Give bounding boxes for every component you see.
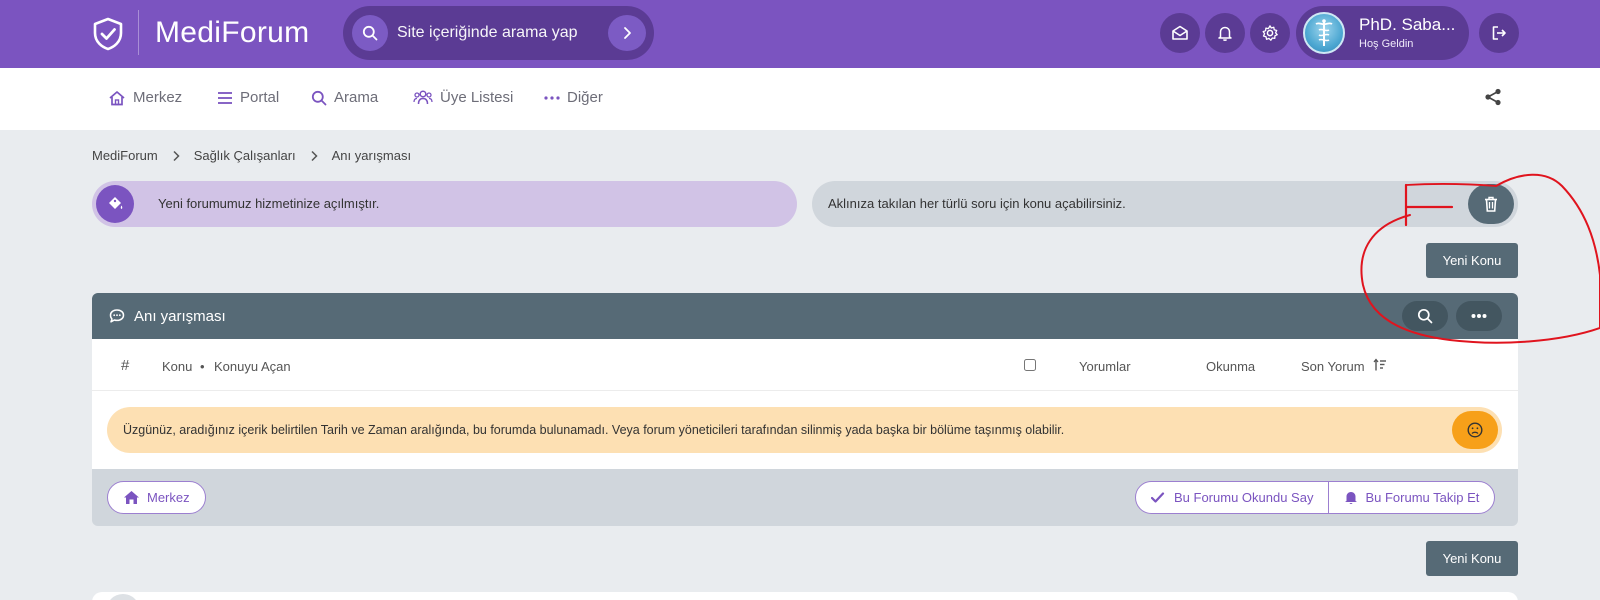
forum-action-group: Bu Forumu Okundu Say Bu Forumu Takip Et [1135,481,1496,514]
top-bar: MediForum PhD. Saba... Hoş Geldin [0,0,1600,68]
forum-search-button[interactable] [1402,301,1448,331]
info-text: Aklınıza takılan her türlü soru için kon… [828,196,1126,211]
nav-item-portal[interactable]: Portal [217,89,279,106]
envelope-open-icon [1172,25,1188,40]
column-separator: • [200,359,205,374]
paint-bucket-icon [96,185,134,223]
sign-out-icon [1492,26,1506,40]
announcement-text: Yeni forumumuz hizmetinize açılmıştır. [158,196,380,211]
logout-button[interactable] [1479,13,1519,53]
new-topic-button-bottom[interactable]: Yeni Konu [1426,541,1518,576]
caduceus-icon [1315,19,1333,46]
search-icon [1417,308,1433,324]
bell-icon [1218,26,1232,41]
more-icon [1471,314,1487,318]
nav-item-arama[interactable]: Arama [311,89,378,106]
search-icon[interactable] [352,15,388,51]
mark-read-label: Bu Forumu Okundu Say [1174,490,1314,505]
shield-check-icon[interactable] [92,17,124,51]
dismiss-notice-button[interactable] [1468,184,1514,224]
messages-button[interactable] [1160,13,1200,53]
comment-icon [109,309,125,323]
column-comments[interactable]: Yorumlar [1079,359,1131,374]
nav-item-label: Merkez [133,89,183,106]
follow-forum-button[interactable]: Bu Forumu Takip Et [1328,482,1494,513]
list-icon [218,91,232,104]
nav-item-label: Portal [240,89,280,106]
chevron-right-icon [310,150,318,162]
column-hash: # [121,357,130,374]
empty-result-alert: Üzgünüz, aradığınız içerik belirtilen Ta… [107,407,1502,453]
nav-item-uye-listesi[interactable]: Üye Listesi [413,89,513,106]
mark-read-button[interactable]: Bu Forumu Okundu Say [1136,482,1328,513]
empty-result-text: Üzgünüz, aradığınız içerik belirtilen Ta… [123,423,1065,437]
search-submit-button[interactable] [608,15,646,51]
settings-button[interactable] [1250,13,1290,53]
search-icon [311,90,327,105]
share-icon[interactable] [1484,88,1502,106]
breadcrumb-item[interactable]: Sağlık Çalışanları [194,148,296,163]
user-menu[interactable]: PhD. Saba... Hoş Geldin [1296,6,1469,60]
avatar [1303,12,1345,54]
user-name: PhD. Saba... [1359,15,1456,34]
main-nav: Merkez Portal Arama Üye Listesi Diğer [0,68,1600,130]
chevron-right-icon [172,150,180,162]
notifications-button[interactable] [1205,13,1245,53]
chevron-right-icon [624,27,631,39]
forum-table-header: # Konu • Konuyu Açan Yorumlar Okunma Son… [92,339,1518,391]
forum-table-body: Üzgünüz, aradığınız içerik belirtilen Ta… [92,391,1518,469]
nav-item-label: Arama [334,89,379,106]
new-topic-button-top[interactable]: Yeni Konu [1426,243,1518,278]
home-icon [124,491,139,504]
forum-more-button[interactable] [1456,301,1502,331]
sort-icon[interactable] [1373,358,1387,372]
nav-item-merkez[interactable]: Merkez [108,89,182,106]
trash-icon [1485,196,1497,212]
forum-footer: Merkez Bu Forumu Okundu Say Bu Forumu Ta… [92,469,1518,526]
nav-item-label: Diğer [567,89,603,106]
breadcrumb-item-current: Anı yarışması [331,148,412,163]
follow-forum-label: Bu Forumu Takip Et [1365,490,1480,505]
forum-header: Anı yarışması [92,293,1518,339]
search-box [343,6,654,60]
avatar-placeholder [106,594,140,600]
home-button-label: Merkez [147,490,190,505]
column-topic[interactable]: Konu [162,359,192,374]
next-section-card [92,592,1518,600]
user-greeting: Hoş Geldin [1359,38,1414,50]
sad-face-icon [1452,411,1498,449]
double-check-icon [1151,491,1165,503]
gear-icon [1262,25,1278,41]
nav-item-diger[interactable]: Diğer [544,89,603,106]
bell-icon [1345,492,1358,504]
info-notice: Aklınıza takılan her türlü soru için kon… [812,181,1518,227]
nav-item-label: Üye Listesi [440,89,514,106]
more-icon [544,95,560,100]
column-last-comment[interactable]: Son Yorum [1301,359,1365,374]
breadcrumb: MediForum Sağlık Çalışanları Anı yarışma… [92,148,411,163]
search-input[interactable] [397,19,587,47]
site-logo-text[interactable]: MediForum [155,16,309,50]
home-icon [109,90,125,105]
forum-title: Anı yarışması [134,308,226,325]
select-all-checkbox[interactable] [1024,359,1036,371]
logo-divider [138,10,139,55]
breadcrumb-item[interactable]: MediForum [92,148,158,163]
announcement-notice: Yeni forumumuz hizmetinize açılmıştır. [92,181,797,227]
home-button[interactable]: Merkez [107,481,206,514]
column-views[interactable]: Okunma [1206,359,1255,374]
users-icon [413,90,433,105]
column-author[interactable]: Konuyu Açan [214,359,291,374]
